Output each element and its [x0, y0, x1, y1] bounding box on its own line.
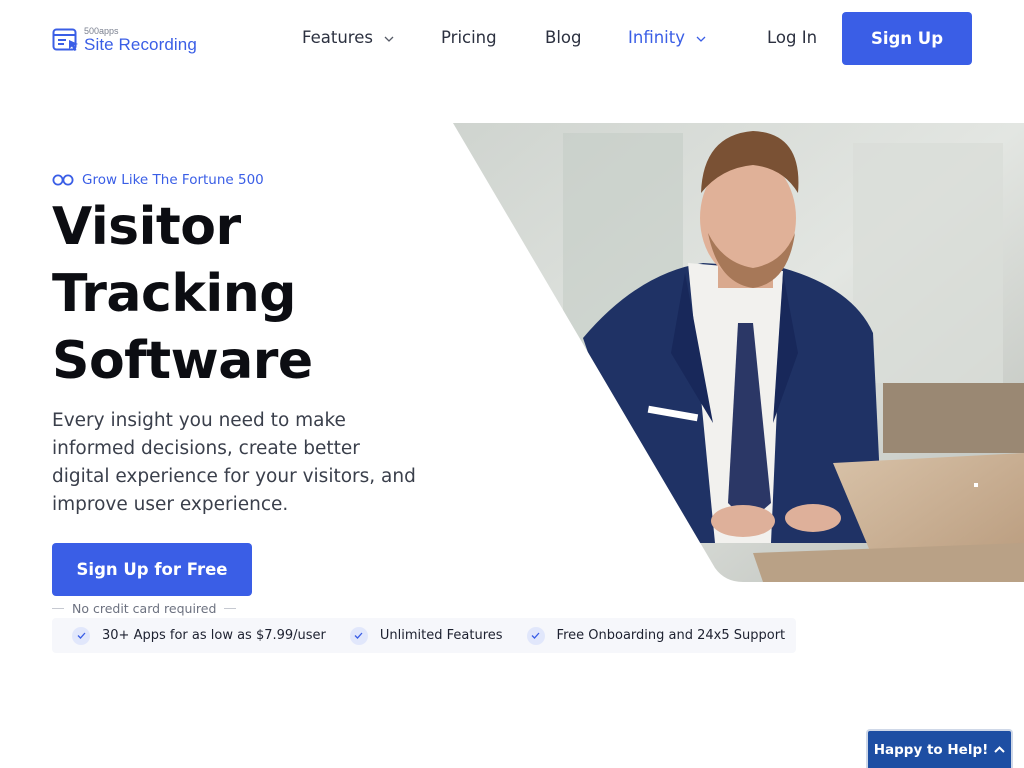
nav-blog-label: Blog	[545, 28, 582, 47]
feature-label: Free Onboarding and 24x5 Support	[556, 628, 786, 643]
hero-description: Every insight you need to make informed …	[52, 410, 416, 515]
site-recording-logo-icon	[52, 28, 78, 51]
help-chat-button[interactable]: Happy to Help!	[866, 729, 1013, 768]
feature-item: 30+ Apps for as low as $7.99/user	[72, 626, 326, 645]
eyebrow-text: Grow Like The Fortune 500	[82, 172, 264, 188]
divider	[52, 608, 64, 609]
no-credit-card-text: No credit card required	[72, 601, 217, 616]
nav-pricing-label: Pricing	[441, 28, 497, 47]
login-link[interactable]: Log In	[767, 28, 817, 47]
nav-features-label: Features	[302, 28, 373, 47]
chevron-down-icon	[696, 36, 706, 42]
signup-button[interactable]: Sign Up	[842, 12, 972, 65]
hero-title: Visitor Tracking Software	[52, 194, 432, 395]
hero-eyebrow: Grow Like The Fortune 500	[52, 172, 264, 188]
feature-item: Free Onboarding and 24x5 Support	[526, 626, 786, 645]
feature-item: Unlimited Features	[349, 626, 503, 645]
feature-strip: 30+ Apps for as low as $7.99/user Unlimi…	[52, 618, 796, 653]
site-logo[interactable]: 500apps Site Recording	[52, 26, 222, 58]
nav-blog[interactable]: Blog	[545, 28, 581, 47]
nav-infinity[interactable]: Infinity	[628, 28, 706, 47]
help-label: Happy to Help!	[873, 741, 989, 758]
feature-label: Unlimited Features	[379, 628, 503, 643]
feature-label: 30+ Apps for as low as $7.99/user	[102, 628, 326, 643]
signup-free-button[interactable]: Sign Up for Free	[52, 543, 252, 596]
nav-infinity-label: Infinity	[628, 28, 685, 47]
chevron-up-icon	[994, 746, 1005, 753]
nav-features[interactable]: Features	[302, 28, 394, 47]
nav-pricing[interactable]: Pricing	[441, 28, 497, 47]
chevron-down-icon	[384, 36, 394, 42]
hero-image	[453, 123, 1024, 582]
check-icon	[349, 626, 368, 645]
hero-title-line: Tracking	[52, 264, 296, 324]
check-icon	[72, 626, 90, 645]
hero-title-line: Visitor	[52, 197, 241, 257]
infinity-icon	[52, 174, 74, 186]
divider	[224, 608, 237, 609]
logo-main-text: Site Recording	[84, 35, 197, 54]
hero-title-line: Software	[52, 331, 313, 391]
check-icon	[526, 626, 545, 645]
no-credit-card-note: No credit card required	[52, 601, 237, 616]
